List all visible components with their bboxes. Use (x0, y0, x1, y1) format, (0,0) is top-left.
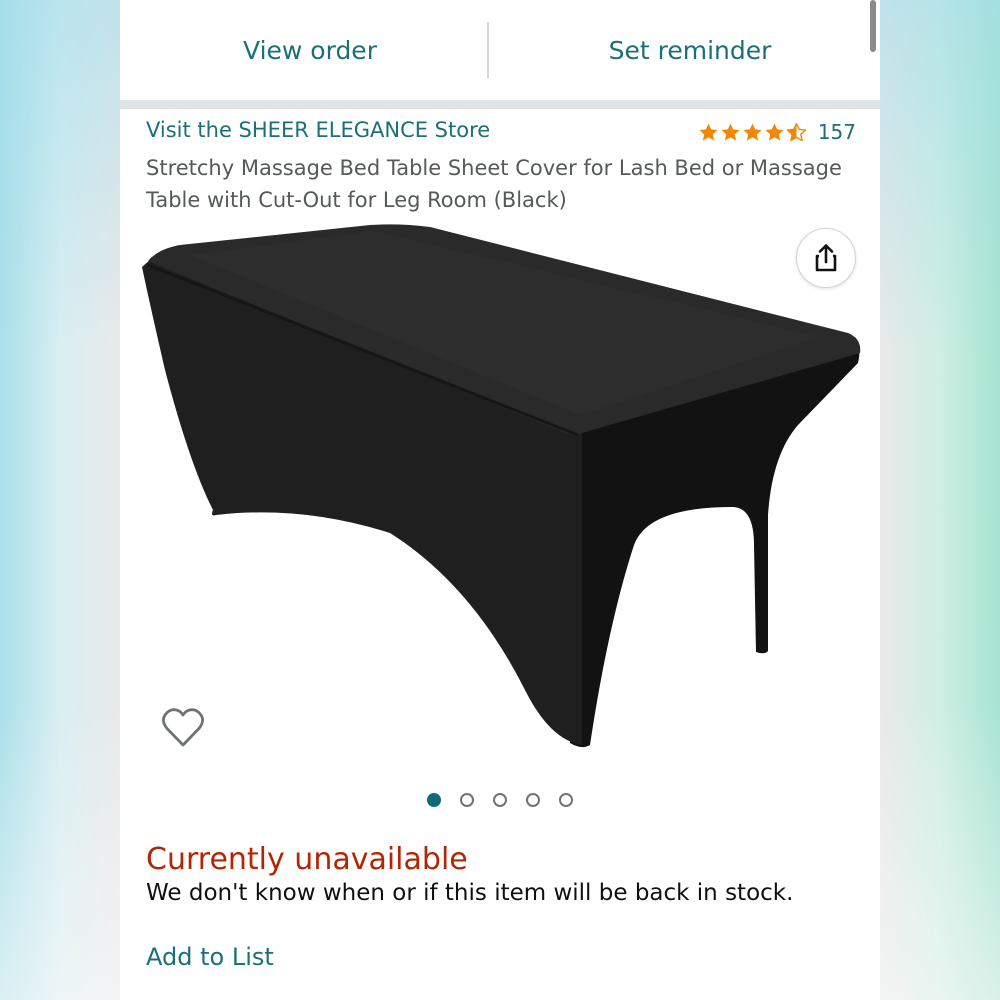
carousel-dot-2[interactable] (460, 793, 474, 807)
store-link[interactable]: Visit the SHEER ELEGANCE Store (146, 118, 490, 142)
carousel-dot-1[interactable] (427, 793, 441, 807)
scrollbar[interactable] (870, 0, 876, 52)
set-reminder-button[interactable]: Set reminder (500, 0, 880, 102)
heart-icon (162, 708, 204, 747)
section-separator (120, 100, 880, 109)
star-half-icon (786, 122, 807, 141)
rating-count[interactable]: 157 (818, 120, 856, 144)
divider (487, 22, 489, 78)
product-title: Stretchy Massage Bed Table Sheet Cover f… (146, 156, 842, 212)
star-icon (699, 123, 718, 141)
availability-status: Currently unavailable (146, 842, 468, 877)
black-table-cover-image[interactable] (120, 215, 880, 775)
star-icon (743, 123, 762, 141)
favorite-button[interactable] (160, 705, 206, 751)
order-actions-bar: View order Set reminder (120, 0, 880, 102)
star-icon (765, 123, 784, 141)
availability-message: We don't know when or if this item will … (146, 880, 794, 906)
carousel-dot-5[interactable] (559, 793, 573, 807)
image-carousel-indicator (120, 789, 880, 811)
star-icon (721, 123, 740, 141)
carousel-dot-3[interactable] (493, 793, 507, 807)
share-button[interactable] (796, 228, 856, 288)
view-order-button[interactable]: View order (120, 0, 500, 102)
app-screen: View order Set reminder Visit the SHEER … (120, 0, 880, 1000)
share-icon (815, 244, 837, 272)
add-to-list-link[interactable]: Add to List (146, 943, 274, 971)
rating-stars (698, 122, 808, 143)
carousel-dot-4[interactable] (526, 793, 540, 807)
rating[interactable]: 157 (698, 120, 856, 144)
